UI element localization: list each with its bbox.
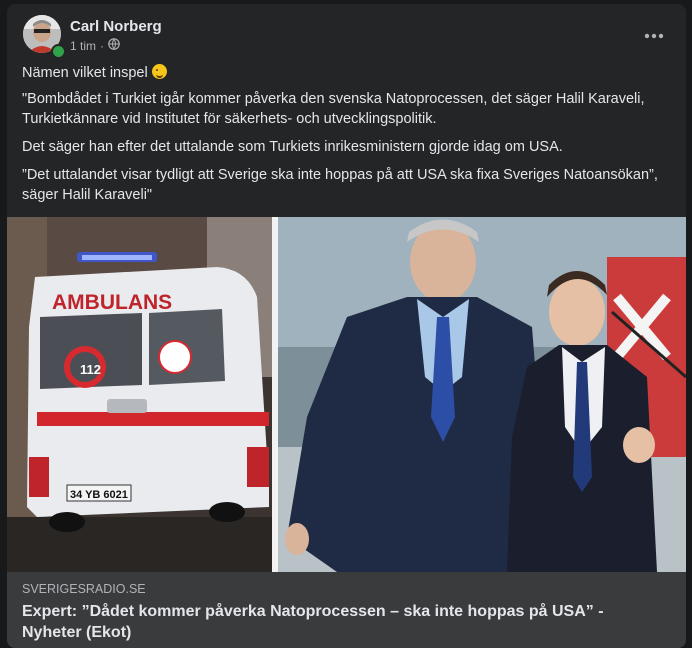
post-header: Carl Norberg 1 tim · — [7, 4, 686, 60]
globe-icon — [108, 38, 120, 53]
link-domain: SVERIGESRADIO.SE — [22, 582, 146, 596]
meta-separator: · — [100, 38, 105, 53]
post-paragraph: Det säger han efter det uttalande som Tu… — [22, 139, 563, 155]
link-preview-info[interactable]: SVERIGESRADIO.SE Expert: ”Dådet kommer p… — [7, 572, 686, 648]
post-paragraph-text: Nämen vilket inspel — [22, 65, 148, 81]
more-options-icon[interactable] — [636, 18, 672, 54]
post-paragraph: "Bombdådet i Turkiet igår kommer påverka… — [22, 91, 645, 127]
post-paragraph: ”Det uttalandet visar tydligt att Sverig… — [22, 167, 658, 203]
link-preview-image[interactable]: AMBULANS 112 34 YB 6021 — [7, 217, 686, 572]
ambulance-number: 112 — [80, 362, 101, 377]
license-plate: 34 YB 6021 — [70, 489, 128, 501]
author-name[interactable]: Carl Norberg — [70, 18, 162, 35]
post-card: Carl Norberg 1 tim · Nämen vilket inspel… — [7, 4, 686, 648]
post-text: Nämen vilket inspel "Bombdådet i Turkiet… — [22, 63, 677, 213]
online-status-indicator — [51, 44, 66, 59]
post-paragraph: Nämen vilket inspel — [22, 63, 677, 83]
post-meta: 1 tim · — [70, 38, 120, 53]
winking-face-emoji — [151, 64, 167, 79]
ambulance-text: AMBULANS — [52, 291, 172, 314]
post-time[interactable]: 1 tim — [70, 39, 96, 53]
link-title[interactable]: Expert: ”Dådet kommer påverka Natoproces… — [22, 601, 662, 643]
